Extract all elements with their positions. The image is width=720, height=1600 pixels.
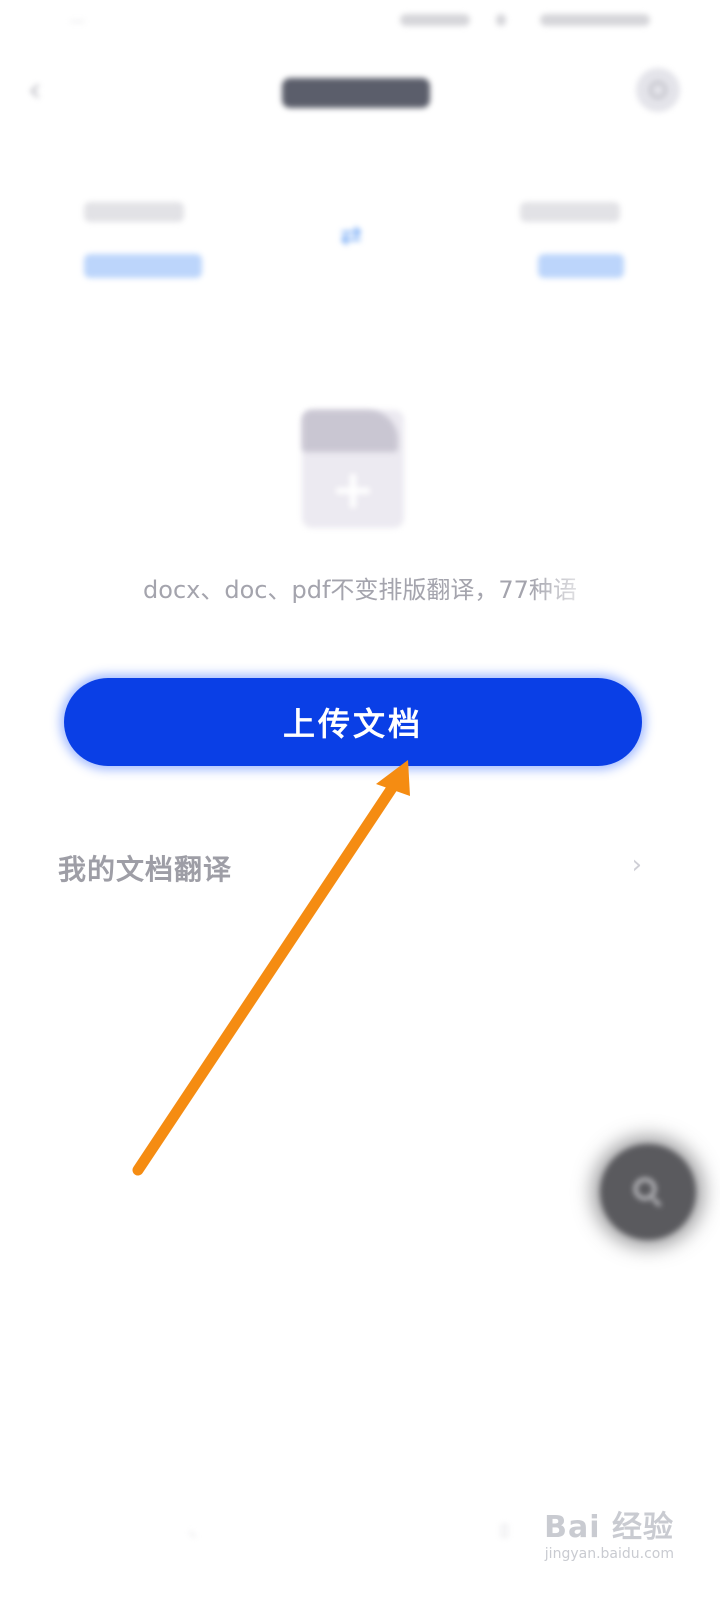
search-icon — [634, 1178, 656, 1200]
chevron-left-icon: ‹ — [28, 70, 42, 110]
signal-indicator — [496, 14, 506, 26]
my-document-translations-link[interactable]: 我的文档翻译 — [58, 848, 232, 888]
settings-button[interactable] — [636, 68, 680, 112]
target-caption-placeholder — [520, 202, 620, 222]
watermark-main: Bai 经验 — [544, 1510, 674, 1545]
swap-icon: ⇄ — [340, 221, 362, 251]
title-placeholder — [282, 78, 430, 108]
baidu-jingyan-watermark: Bai 经验 jingyan.baidu.com — [544, 1502, 674, 1562]
nav-back-hint[interactable]: ◟ — [190, 1520, 208, 1539]
nav-recents-hint[interactable]: ▯ — [500, 1520, 518, 1539]
floating-search-button[interactable] — [600, 1144, 696, 1240]
back-button[interactable]: ‹ — [28, 70, 58, 110]
chevron-right-icon: › — [631, 850, 642, 880]
swap-languages-button[interactable]: ⇄ — [337, 222, 365, 250]
battery-indicator — [540, 14, 650, 26]
status-bar-left: ··· — [70, 12, 86, 31]
text-fade-left — [60, 560, 130, 610]
watermark-sub: jingyan.baidu.com — [544, 1546, 674, 1562]
source-value-placeholder — [84, 254, 202, 278]
target-value-placeholder — [538, 254, 624, 278]
upload-document-button[interactable]: 上传文档 — [64, 678, 642, 766]
status-bar-right — [400, 14, 650, 32]
network-indicator — [400, 14, 470, 26]
plus-icon: + — [330, 458, 376, 521]
annotation-arrow-shaft — [132, 782, 398, 1176]
file-fold-shape — [302, 410, 398, 452]
text-fade-right — [530, 560, 620, 610]
search-icon-handle — [651, 1197, 662, 1207]
source-caption-placeholder — [84, 202, 184, 222]
